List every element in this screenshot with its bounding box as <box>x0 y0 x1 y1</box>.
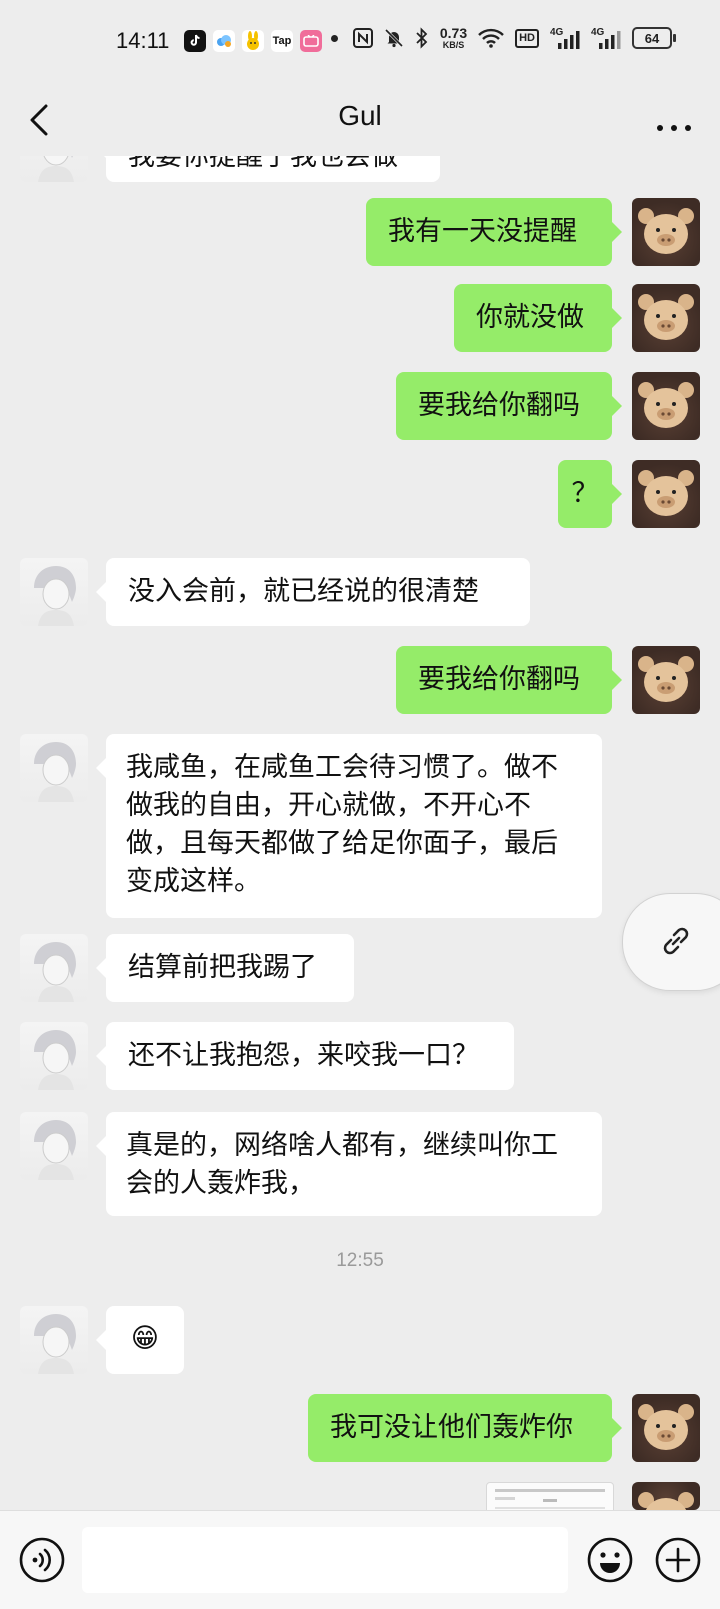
rabbit-app-icon <box>242 30 264 52</box>
contact-avatar[interactable] <box>20 1022 88 1090</box>
wifi-icon <box>478 28 504 48</box>
notification-dot-icon <box>330 34 338 42</box>
status-time: 14:11 <box>116 28 170 53</box>
more-options-button[interactable] <box>648 98 700 142</box>
smiley-icon <box>587 1537 633 1583</box>
message-bubble-self[interactable]: 要我给你翻吗 <box>396 372 622 440</box>
contact-avatar[interactable] <box>20 156 88 182</box>
message-input[interactable] <box>82 1527 568 1593</box>
message-bubble[interactable]: 真是的，网络啥人都有，继续叫你工会的人轰炸我， <box>96 1112 602 1216</box>
contact-avatar[interactable] <box>20 734 88 802</box>
message-timestamp: 12:55 <box>336 1250 384 1271</box>
plus-icon <box>655 1537 701 1583</box>
notification-icons: Tap <box>184 30 322 52</box>
bilibili-icon <box>300 30 322 52</box>
nfc-icon <box>352 28 373 48</box>
floating-link-button[interactable] <box>622 893 720 991</box>
contact-avatar[interactable] <box>20 558 88 626</box>
message-bubble-self[interactable]: ？ <box>558 460 622 528</box>
message-bubble[interactable]: 还不让我抱怨，来咬我一口？ <box>96 1022 514 1090</box>
tiktok-icon <box>184 30 206 52</box>
more-dots-icon <box>657 125 691 131</box>
mute-bell-icon <box>384 28 403 48</box>
contact-avatar[interactable] <box>20 934 88 1002</box>
taptap-icon: Tap <box>271 30 293 52</box>
chat-header: Gul <box>0 84 720 156</box>
message-bubble[interactable]: 我要你提醒了我也会做 <box>96 156 440 182</box>
self-avatar[interactable] <box>632 198 700 266</box>
bluetooth-icon <box>416 27 428 49</box>
voice-icon <box>19 1537 65 1583</box>
self-avatar[interactable] <box>632 646 700 714</box>
hd-voice-badge: HD <box>515 28 539 48</box>
signal-strength-1: 4G <box>550 27 580 49</box>
image-message-thumbnail[interactable] <box>486 1482 614 1510</box>
link-icon <box>663 927 689 955</box>
message-bubble-self[interactable]: 要我给你翻吗 <box>396 646 622 714</box>
message-list[interactable]: 我要你提醒了我也会做 我有一天没提醒 你就没做 要我给你翻吗 ？ 没入会前，就已… <box>0 156 720 1510</box>
voice-input-button[interactable] <box>18 1536 66 1584</box>
battery-indicator: 64 <box>632 27 676 49</box>
self-avatar[interactable] <box>632 1394 700 1462</box>
message-bubble-self[interactable]: 我可没让他们轰炸你 <box>308 1394 622 1462</box>
self-avatar[interactable] <box>632 460 700 528</box>
status-bar: 14:11 Tap 0.73 KB/S HD 4G 4G 64 <box>0 0 720 84</box>
system-status-icons: 0.73 KB/S HD 4G 4G 64 <box>330 25 676 50</box>
chat-input-bar <box>0 1510 720 1609</box>
network-speed: 0.73 KB/S <box>439 25 468 50</box>
message-bubble[interactable]: 没入会前，就已经说的很清楚 <box>96 558 530 626</box>
self-avatar[interactable] <box>632 1482 700 1510</box>
self-avatar[interactable] <box>632 284 700 352</box>
more-functions-button[interactable] <box>654 1536 702 1584</box>
message-bubble-self[interactable]: 你就没做 <box>454 284 622 352</box>
emoji-button[interactable] <box>586 1536 634 1584</box>
contact-avatar[interactable] <box>20 1112 88 1180</box>
signal-strength-2: 4G <box>591 27 621 49</box>
message-bubble-self[interactable]: 我有一天没提醒 <box>366 198 622 266</box>
contact-avatar[interactable] <box>20 1306 88 1374</box>
message-bubble-emoji[interactable]: 😁 <box>96 1306 184 1374</box>
chat-title: Gul <box>338 100 382 131</box>
cloud-app-icon <box>213 30 235 52</box>
message-bubble[interactable]: 结算前把我踢了 <box>96 934 354 1002</box>
self-avatar[interactable] <box>632 372 700 440</box>
message-bubble[interactable]: 我咸鱼，在咸鱼工会待习惯了。做不做我的自由，开心就做，不开心不做，且每天都做了给… <box>96 734 602 918</box>
